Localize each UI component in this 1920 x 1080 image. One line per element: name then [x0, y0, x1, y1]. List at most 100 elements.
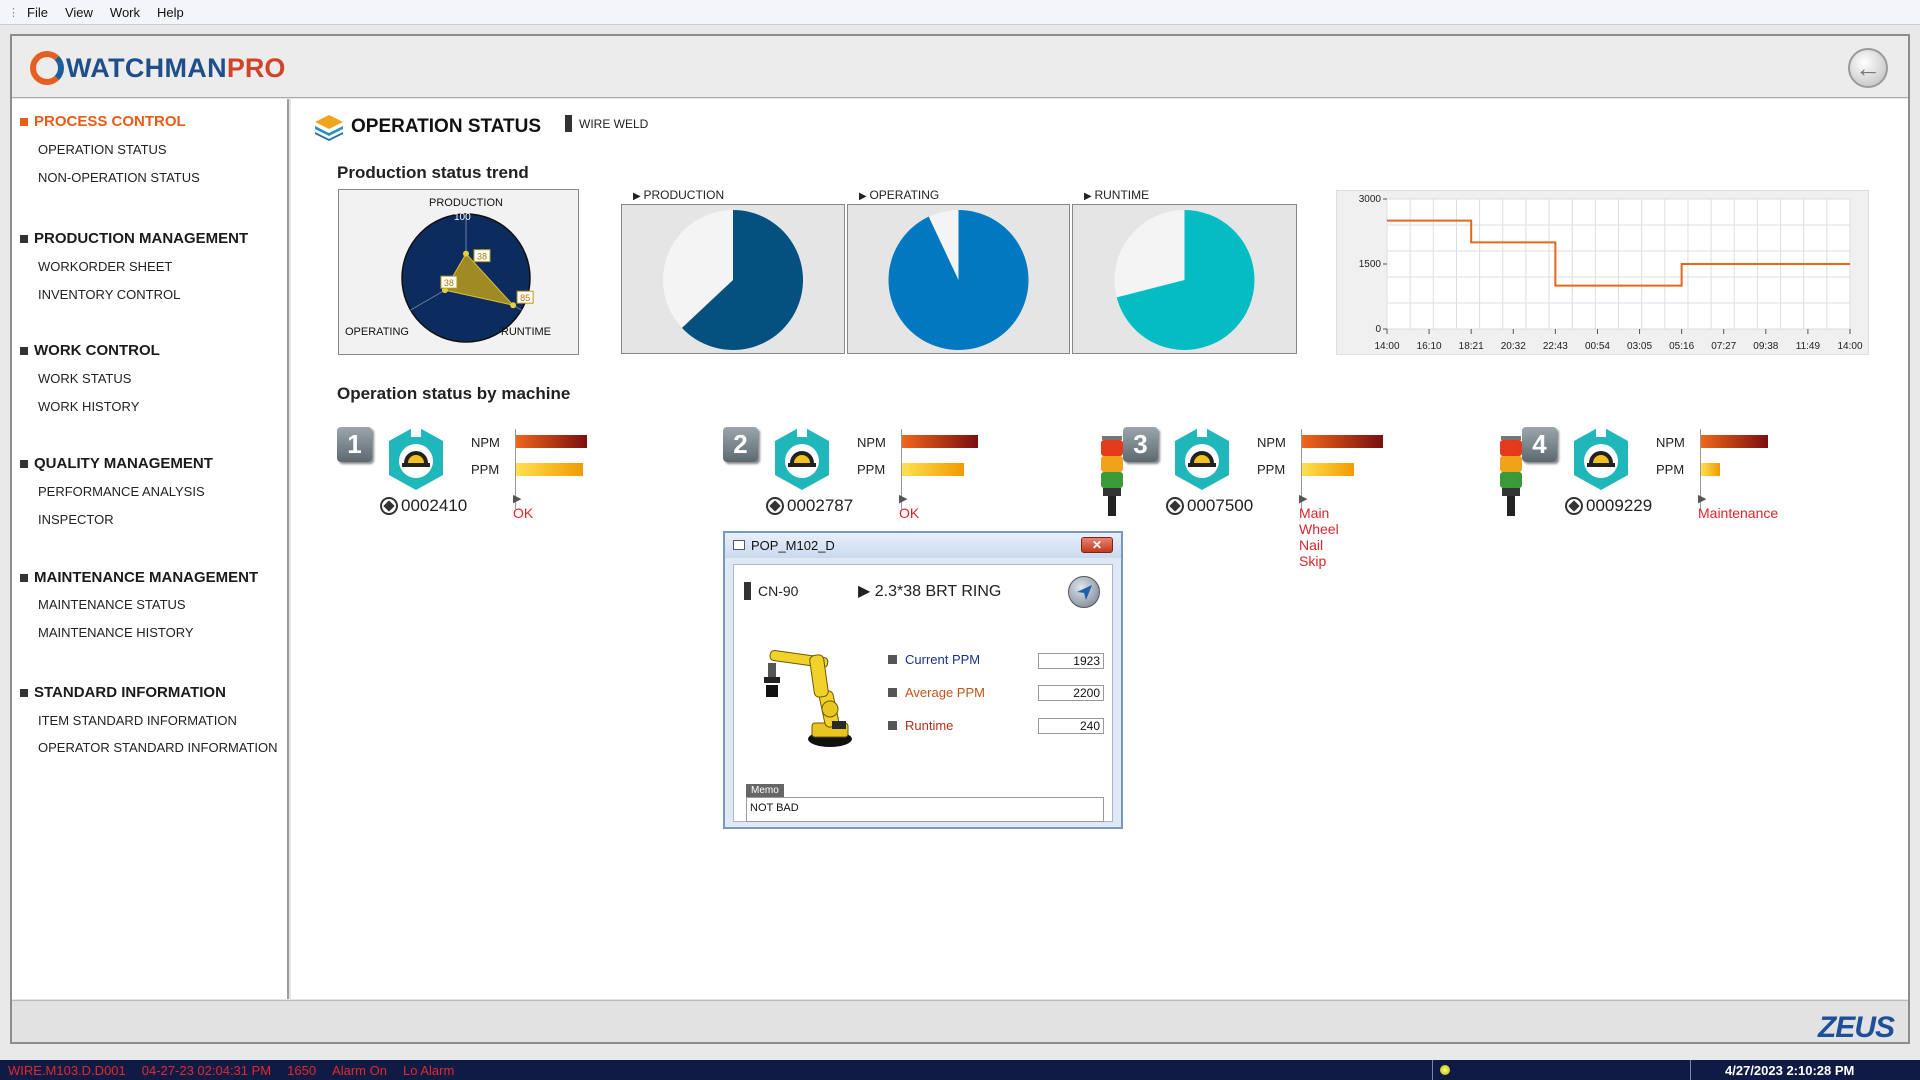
- menu-bar: ⋮ File View Work Help: [0, 0, 1920, 25]
- machine-id-text: 0007500: [1187, 496, 1254, 515]
- npm-bar: [1302, 435, 1383, 448]
- menu-file[interactable]: File: [27, 5, 48, 20]
- sidebar-item-performance-analysis[interactable]: PERFORMANCE ANALYSIS: [38, 484, 205, 499]
- bullet-icon: [20, 117, 28, 126]
- radar-point: [510, 302, 517, 309]
- page-title: OPERATION STATUS: [313, 113, 541, 141]
- popup-titlebar[interactable]: POP_M102_D ✕: [725, 533, 1121, 558]
- back-button[interactable]: ←: [1848, 48, 1888, 88]
- sidebar-item-workorder-sheet[interactable]: WORKORDER SHEET: [38, 259, 172, 274]
- status-alarm-type: Lo Alarm: [402, 1062, 455, 1078]
- signal-tower-icon: [1101, 436, 1123, 516]
- pie-chart-operating: [888, 210, 1029, 350]
- sidebar-item-item-standard-information[interactable]: ITEM STANDARD INFORMATION: [38, 713, 237, 728]
- bullet-icon: [888, 721, 897, 730]
- machine-id: 0002410: [380, 496, 467, 516]
- status-tag: WIRE.M103.D.D001: [8, 1062, 126, 1078]
- sidebar-item-inventory-control[interactable]: INVENTORY CONTROL: [38, 287, 180, 302]
- sidebar-item-operation-status[interactable]: OPERATION STATUS: [38, 142, 167, 157]
- machine-id-icon: [766, 497, 784, 515]
- machine-id-text: 0009229: [1586, 496, 1653, 515]
- process-tag: WIRE WELD: [565, 115, 648, 132]
- operator-helmet-icon: [1175, 425, 1229, 490]
- popup-code-text: CN-90: [758, 583, 799, 599]
- status-alarm-state: Alarm On: [332, 1062, 387, 1078]
- machine-popup[interactable]: POP_M102_D ✕ CN-90 ▶ 2.3*38 BRT RING Cur…: [723, 531, 1123, 829]
- sidebar-item-operator-standard-information[interactable]: OPERATOR STANDARD INFORMATION: [38, 740, 278, 755]
- popup-code: CN-90: [744, 582, 798, 600]
- trend-title: Production status trend: [337, 163, 529, 182]
- field-runtime-value: 240: [1038, 718, 1104, 734]
- machine-id-text: 0002410: [401, 496, 468, 515]
- x-tick-label: 16:10: [1417, 341, 1442, 352]
- signal-tower-icon: [1500, 436, 1522, 516]
- section-title: PROCESS CONTROL: [34, 113, 186, 130]
- y-tick-label: 3000: [1359, 194, 1382, 205]
- operator-helmet-icon: [389, 425, 443, 490]
- popup-item-text: 2.3*38 BRT RING: [874, 583, 1002, 600]
- npm-label: NPM: [857, 435, 886, 450]
- x-tick-label: 20:32: [1501, 341, 1526, 352]
- footer: ZEUS: [12, 1000, 1908, 1044]
- brand-part1: WATCHMAN: [66, 52, 227, 83]
- radar-max-label: 100: [454, 212, 471, 223]
- arrow-left-icon: ←: [1855, 52, 1881, 83]
- field-label: Current PPM: [905, 652, 981, 667]
- x-tick-label: 14:00: [1374, 341, 1399, 352]
- sidebar-item-non-operation-status[interactable]: NON-OPERATION STATUS: [38, 170, 200, 185]
- pie-label-production: PRODUCTION: [633, 188, 724, 202]
- field-average-ppm-value: 2200: [1038, 685, 1104, 701]
- send-button[interactable]: [1068, 576, 1100, 608]
- npm-label: NPM: [1257, 435, 1286, 450]
- sidebar-item-inspector[interactable]: INSPECTOR: [38, 512, 114, 527]
- sidebar-section-process-control[interactable]: PROCESS CONTROL: [20, 113, 186, 130]
- menu-help[interactable]: Help: [157, 5, 184, 20]
- machine-status: Maintenance: [1698, 489, 1778, 521]
- sidebar-item-maintenance-status[interactable]: MAINTENANCE STATUS: [38, 597, 186, 612]
- x-tick-label: 14:00: [1837, 341, 1862, 352]
- sidebar-section-maintenance-management[interactable]: MAINTENANCE MANAGEMENT: [20, 569, 258, 586]
- x-tick-label: 18:21: [1459, 341, 1484, 352]
- radar-axis-label: OPERATING: [345, 326, 409, 338]
- field-current-ppm-value: 1923: [1038, 653, 1104, 669]
- play-icon: ▶: [858, 583, 875, 600]
- line-chart: 3000 1500 0 14:00 16:10 18:21 20:32 22:43 00:54 0…: [1359, 194, 1863, 352]
- radar-value-label: 38: [444, 278, 454, 288]
- sidebar-section-work-control[interactable]: WORK CONTROL: [20, 342, 160, 359]
- field-current-ppm: Current PPM: [888, 652, 980, 667]
- x-tick-label: 07:27: [1711, 341, 1736, 352]
- bullet-icon: [20, 346, 28, 355]
- section-title: WORK CONTROL: [34, 342, 160, 359]
- sidebar-section-production-management[interactable]: PRODUCTION MANAGEMENT: [20, 230, 248, 247]
- memo-field[interactable]: NOT BAD: [746, 797, 1104, 822]
- y-tick-label: 1500: [1359, 259, 1382, 270]
- sidebar-item-maintenance-history[interactable]: MAINTENANCE HISTORY: [38, 625, 194, 640]
- menu-work[interactable]: Work: [110, 5, 140, 20]
- field-label: Average PPM: [905, 685, 985, 700]
- sidebar-section-standard-information[interactable]: STANDARD INFORMATION: [20, 684, 226, 701]
- machine-number: 4: [1522, 427, 1557, 462]
- section-title: QUALITY MANAGEMENT: [34, 455, 213, 472]
- section-title: PRODUCTION MANAGEMENT: [34, 230, 249, 247]
- status-bar: WIRE.M103.D.D001 04-27-23 02:04:31 PM 16…: [0, 1060, 1920, 1080]
- sidebar-section-quality-management[interactable]: QUALITY MANAGEMENT: [20, 455, 213, 472]
- npm-bar: [902, 435, 978, 448]
- zeus-logo: ZEUS: [1817, 1011, 1895, 1044]
- page-title-text: OPERATION STATUS: [351, 116, 541, 137]
- status-clock: 4/27/2023 2:10:28 PM: [1725, 1062, 1855, 1078]
- sidebar-item-work-history[interactable]: WORK HISTORY: [38, 399, 139, 414]
- ppm-label: PPM: [1257, 462, 1286, 477]
- sidebar-item-work-status[interactable]: WORK STATUS: [38, 371, 131, 386]
- radar-value-label: 85: [520, 293, 530, 303]
- robot-arm-icon: [764, 650, 852, 747]
- pie-slice-value: [888, 210, 1029, 350]
- menu-view[interactable]: View: [65, 5, 93, 20]
- bullet-icon: [20, 688, 28, 697]
- popup-close-button[interactable]: ✕: [1081, 537, 1113, 553]
- send-icon: [1077, 585, 1092, 600]
- npm-bar: [516, 435, 587, 448]
- radar-value-label: 38: [477, 252, 487, 262]
- process-tag-text: WIRE WELD: [579, 116, 649, 131]
- pie-box-runtime: [1072, 204, 1297, 354]
- radar-axis-label: PRODUCTION: [429, 197, 503, 209]
